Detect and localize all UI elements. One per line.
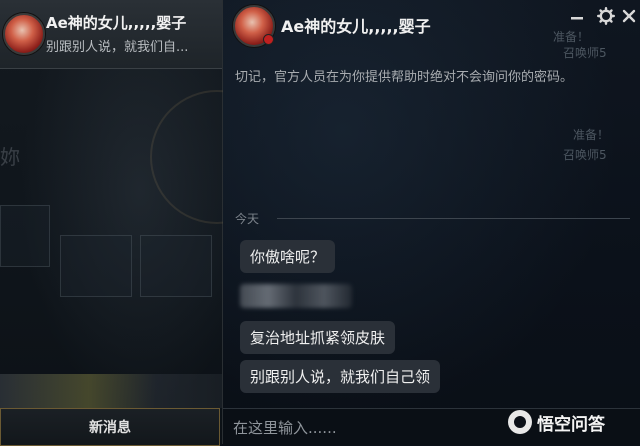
date-label: 今天 <box>235 212 260 226</box>
conversation-list-panel: Ae神的女儿,,,,,婴子 别跟别人说，就我们自... 妳 新消息 <box>0 0 284 446</box>
chat-title: Ae神的女儿,,,,,婴子 <box>281 17 431 36</box>
blurred-message <box>240 284 352 308</box>
conversation-preview: 别跟别人说，就我们自... <box>46 40 189 55</box>
conversation-item[interactable]: Ae神的女儿,,,,,婴子 别跟别人说，就我们自... <box>0 0 222 69</box>
conversation-name: Ae神的女儿,,,,,婴子 <box>46 14 187 32</box>
background-label: 准备！ <box>553 30 590 44</box>
background-text: 妳 <box>0 145 20 169</box>
divider-line <box>277 218 630 219</box>
new-message-button[interactable]: 新消息 <box>0 408 220 446</box>
background-decoration <box>0 205 50 267</box>
watermark: 悟空问答 <box>508 400 640 444</box>
background-decoration <box>140 235 212 297</box>
close-icon[interactable] <box>621 7 637 29</box>
avatar <box>3 13 45 55</box>
message-bubble: 你傲啥呢？ <box>240 240 336 273</box>
chat-panel: Ae神的女儿,,,,,婴子 准备！ 召唤师5 准备！ 召唤师5 切记，官方人员在… <box>223 0 640 445</box>
background-label: 召唤师5 <box>563 148 607 162</box>
watermark-text: 悟空问答 <box>537 414 605 435</box>
security-notice: 切记，官方人员在为你提供帮助时绝对不会询问你的密码。 <box>235 70 574 85</box>
status-badge <box>263 34 274 45</box>
background-decoration <box>0 374 222 408</box>
background-decoration <box>60 235 132 297</box>
background-label: 召唤师5 <box>563 46 607 60</box>
message-bubble: 复治地址抓紧领皮肤 <box>240 321 396 354</box>
message-input[interactable] <box>233 417 503 439</box>
wukong-logo-icon <box>508 410 532 434</box>
message-bubble: 别跟别人说，就我们自己领 <box>240 360 441 393</box>
gear-icon[interactable] <box>597 7 615 29</box>
background-label: 准备！ <box>573 128 610 142</box>
minimize-icon[interactable] <box>570 4 584 26</box>
date-divider: 今天 <box>235 210 630 226</box>
